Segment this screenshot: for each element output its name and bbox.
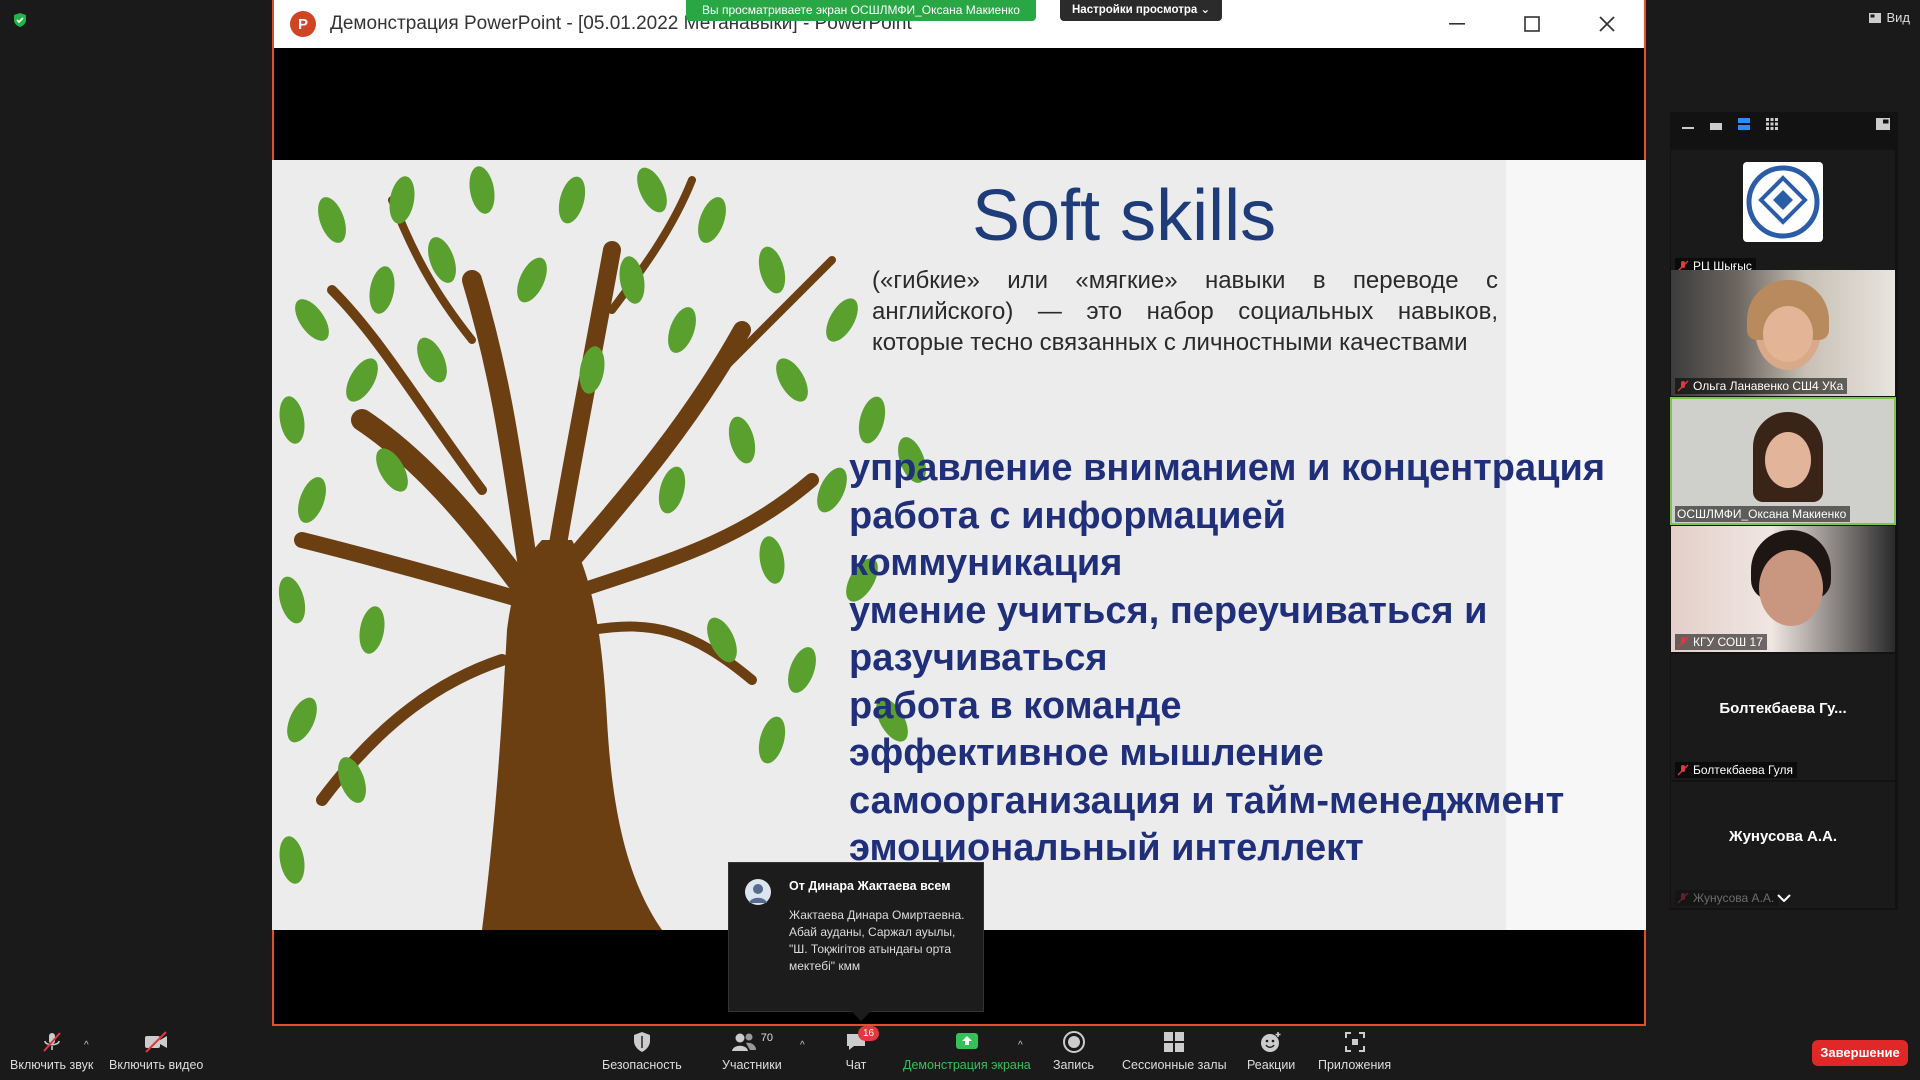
chat-button[interactable]: 16 Чат (844, 1026, 880, 1072)
participant-name-label: ОСШЛМФИ_Оксана Макиенко (1675, 506, 1851, 522)
skills-list: управление вниманием и концентрация рабо… (849, 445, 1605, 873)
participant-face (1765, 432, 1811, 488)
skill-item: разучиваться (849, 637, 1108, 679)
powerpoint-logo-icon: P (290, 11, 316, 37)
participant-tile-active-speaker[interactable]: ОСШЛМФИ_Оксана Макиенко (1670, 397, 1896, 525)
participants-count: 70 (760, 1032, 773, 1044)
unmute-button[interactable]: Включить звук (10, 1030, 93, 1072)
skill-item: самоорганизация и тайм-менеджмент (849, 779, 1565, 822)
view-options-button[interactable]: Настройки просмотра ⌄ (1060, 0, 1223, 21)
chat-unread-badge: 16 (858, 1026, 880, 1041)
participant-tile[interactable]: Жунусова А.А. Жунусова А.А. (1671, 782, 1895, 908)
chevron-down-icon[interactable] (1777, 894, 1791, 902)
participant-tile[interactable]: Болтекбаева Гу... Болтекбаева Гуля (1671, 654, 1895, 780)
reactions-label: Реакции (1247, 1058, 1296, 1072)
participant-face (1763, 306, 1813, 362)
chat-message: Жактаева Динара Омиртаевна. Абай ауданы,… (789, 908, 965, 973)
apps-icon (1344, 1032, 1365, 1052)
participant-name-label: Жунусова А.А. (1675, 890, 1779, 906)
security-label: Безопасность (602, 1058, 682, 1072)
share-options-caret[interactable]: ^ (1018, 1040, 1023, 1051)
grid-view-icon (1869, 12, 1882, 23)
shield-icon (633, 1032, 650, 1052)
gallery-layout-controls (1670, 118, 1898, 134)
mic-muted-icon (42, 1032, 61, 1052)
security-button[interactable]: Безопасность (602, 1030, 682, 1072)
maximize-icon (1494, 0, 1569, 48)
minimize-icon (1419, 0, 1494, 48)
mic-muted-icon (1677, 892, 1689, 904)
strip-view-icon[interactable] (1738, 118, 1750, 130)
unmute-label: Включить звук (10, 1058, 94, 1072)
mic-muted-icon (1677, 380, 1689, 392)
participant-tile[interactable]: РЦ Шығыс (1671, 150, 1895, 276)
participant-face (1759, 550, 1823, 626)
encryption-shield-icon[interactable] (12, 12, 28, 28)
skill-item: умение учиться, переучиваться и (849, 589, 1488, 632)
end-meeting-button[interactable]: Завершение (1812, 1040, 1908, 1066)
minimize-video-icon[interactable] (1682, 122, 1694, 130)
share-screen-button[interactable]: Демонстрация экрана (903, 1030, 1031, 1072)
screen-share-banner: Вы просматриваете экран ОСШЛМФИ_Оксана М… (686, 0, 1036, 21)
participants-label: Участники (722, 1058, 782, 1072)
participants-button[interactable]: 70 Участники (722, 1030, 782, 1072)
speaker-view-icon[interactable] (1710, 122, 1722, 130)
organization-logo (1743, 162, 1823, 242)
participant-display-name: Болтекбаева Гу... (1719, 700, 1847, 717)
breakout-rooms-icon (1164, 1032, 1185, 1052)
avatar (745, 879, 771, 905)
audio-options-caret[interactable]: ^ (84, 1040, 89, 1051)
skill-item: эффективное мышление (849, 732, 1324, 774)
start-video-button[interactable]: Включить видео (109, 1030, 203, 1072)
view-button[interactable]: Вид (1869, 10, 1910, 25)
close-icon (1569, 0, 1644, 48)
chat-label: Чат (845, 1058, 867, 1072)
breakout-rooms-label: Сессионные залы (1122, 1058, 1227, 1072)
participant-display-name: Жунусова А.А. (1729, 828, 1837, 845)
slide-definition: («гибкие» или «мягкие» навыки в переводе… (872, 267, 1498, 356)
mic-muted-icon (1677, 636, 1689, 648)
record-label: Запись (1053, 1058, 1095, 1072)
breakout-rooms-button[interactable]: Сессионные залы (1122, 1030, 1227, 1072)
participants-options-caret[interactable]: ^ (800, 1040, 805, 1051)
skill-item: коммуникация (849, 542, 1123, 584)
skill-item: работа в команде (849, 684, 1182, 727)
share-screen-icon (955, 1033, 978, 1049)
skill-item: работа с информацией (849, 494, 1287, 537)
record-icon (1062, 1031, 1085, 1053)
chat-notification-popup[interactable]: От Динара Жактаева всем Жактаева Динара … (728, 862, 984, 1021)
record-button[interactable]: Запись (1053, 1030, 1094, 1072)
chat-sender: От Динара Жактаева всем (789, 879, 951, 893)
reactions-icon (1261, 1032, 1281, 1052)
participant-name-label: Болтекбаева Гуля (1675, 762, 1797, 778)
pop-out-icon[interactable] (1876, 118, 1890, 130)
participant-tile[interactable]: Ольга Ланавенко СШ4 УКа (1671, 270, 1895, 396)
skill-item: управление вниманием и концентрация (849, 447, 1605, 489)
start-video-label: Включить видео (109, 1058, 204, 1072)
gallery-grid-icon[interactable] (1766, 118, 1778, 130)
share-screen-label: Демонстрация экрана (903, 1058, 1031, 1072)
slide: Soft skills («гибкие» или «мягкие» навык… (272, 160, 1646, 930)
participant-name-label: Ольга Ланавенко СШ4 УКа (1675, 378, 1848, 394)
view-label: Вид (1886, 10, 1910, 25)
apps-button[interactable]: Приложения (1318, 1030, 1391, 1072)
mic-muted-icon (1677, 764, 1689, 776)
slide-title: Soft skills (972, 176, 1277, 256)
participant-name-label: КГУ СОШ 17 (1675, 634, 1767, 650)
video-off-icon (145, 1031, 168, 1053)
apps-label: Приложения (1318, 1058, 1392, 1072)
participant-tile[interactable]: КГУ СОШ 17 (1671, 526, 1895, 652)
reactions-button[interactable]: Реакции (1247, 1030, 1295, 1072)
participants-icon (731, 1033, 756, 1051)
